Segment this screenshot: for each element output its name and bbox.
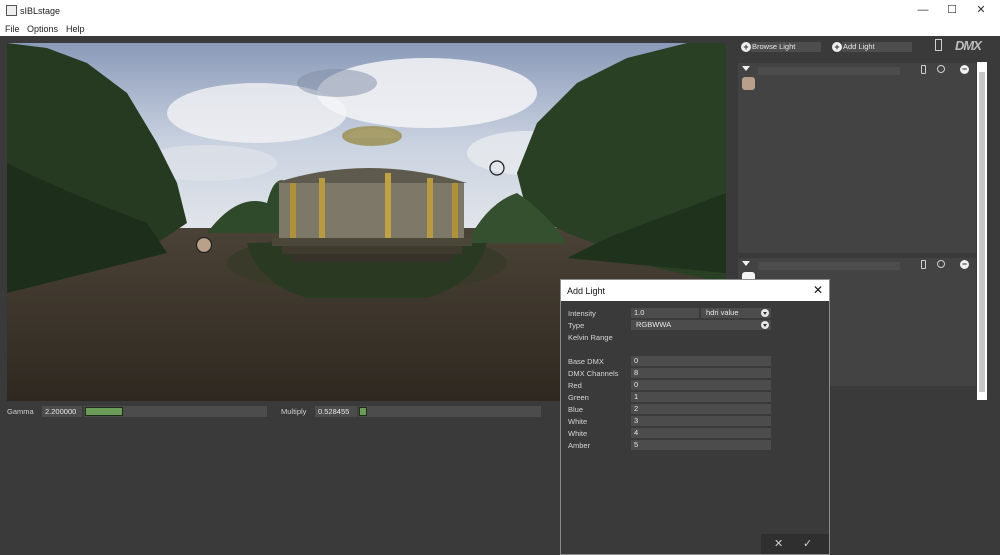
chevron-down-icon [761,321,769,329]
dialog-footer: ✕ ✓ [761,534,829,554]
search-icon[interactable] [937,260,945,268]
lights-scrollbar[interactable] [977,62,987,400]
gamma-slider-fill [85,407,123,416]
collapse-triangle-icon[interactable] [742,261,750,266]
intensity-label: Intensity [568,309,596,318]
multiply-slider[interactable] [358,406,541,417]
type-dropdown[interactable]: RGBWWA [631,320,771,330]
remove-light-button[interactable]: − [960,65,969,74]
confirm-button[interactable]: ✓ [803,537,812,550]
row-label: Amber [568,441,591,450]
dmx-logo: DMX [955,38,982,53]
row-label: White [568,429,588,438]
phone-icon[interactable] [921,65,926,74]
dialog-title-bar: Add Light ✕ [561,280,829,301]
maximize-button[interactable]: ☐ [937,2,967,18]
amber-channel-input[interactable]: 5 [631,440,771,450]
row-label: Green [568,393,589,402]
chevron-down-icon [761,309,769,317]
dmx-channels-input[interactable]: 8 [631,368,771,378]
window-title: sIBLstage [20,6,61,16]
exposure-bar: Gamma 2.200000 Multiply 0.528455 [0,404,560,418]
base-dmx-input[interactable]: 0 [631,356,771,366]
dialog-close-icon[interactable]: ✕ [813,283,823,297]
browse-light-button[interactable]: + Browse Light [741,42,821,52]
multiply-input[interactable]: 0.528455 [315,406,357,417]
intensity-mode-dropdown[interactable]: hdri value [701,308,771,318]
gamma-input[interactable]: 2.200000 [42,406,82,417]
plus-icon: + [741,42,751,52]
close-window-button[interactable]: ✕ [966,2,996,18]
white-2-channel-input[interactable]: 4 [631,428,771,438]
add-light-button[interactable]: + Add Light [832,42,912,52]
cancel-button[interactable]: ✕ [774,537,783,550]
plus-icon: + [832,42,842,52]
row-label: Base DMX [568,357,604,366]
light-name-field[interactable] [758,67,900,75]
remove-light-button[interactable]: − [960,260,969,269]
blue-channel-input[interactable]: 2 [631,404,771,414]
app-icon [6,5,17,16]
light-color-swatch[interactable] [742,77,755,90]
type-label: Type [568,321,585,330]
scrollbar-thumb[interactable] [979,72,985,392]
dialog-body: Intensity 1.0 hdri value Type RGBWWA Kel… [561,302,829,554]
menu-options[interactable]: Options [27,24,58,34]
battery-icon[interactable] [935,39,942,51]
row-label: White [568,417,588,426]
dialog-title: Add Light [567,286,606,296]
add-light-dialog: Add Light ✕ Intensity 1.0 hdri value Typ… [560,279,830,555]
gamma-slider[interactable] [84,406,267,417]
collapse-triangle-icon[interactable] [742,66,750,71]
menu-bar: File Options Help [0,21,1000,36]
gamma-label: Gamma [7,407,34,416]
intensity-input[interactable]: 1.0 [631,308,699,318]
light-name-field[interactable] [758,262,900,270]
kelvin-range-label: Kelvin Range [568,333,613,342]
minimize-button[interactable]: — [908,2,938,18]
multiply-slider-fill [359,407,367,416]
menu-file[interactable]: File [5,24,20,34]
multiply-label: Multiply [281,407,307,416]
green-channel-input[interactable]: 1 [631,392,771,402]
row-label: DMX Channels [568,369,619,378]
row-label: Blue [568,405,584,414]
phone-icon[interactable] [921,260,926,269]
menu-help[interactable]: Help [66,24,85,34]
row-label: Red [568,381,582,390]
white-channel-input[interactable]: 3 [631,416,771,426]
title-bar: sIBLstage — ☐ ✕ [0,0,1000,21]
search-icon[interactable] [937,65,945,73]
light-entry: − [738,63,976,253]
red-channel-input[interactable]: 0 [631,380,771,390]
